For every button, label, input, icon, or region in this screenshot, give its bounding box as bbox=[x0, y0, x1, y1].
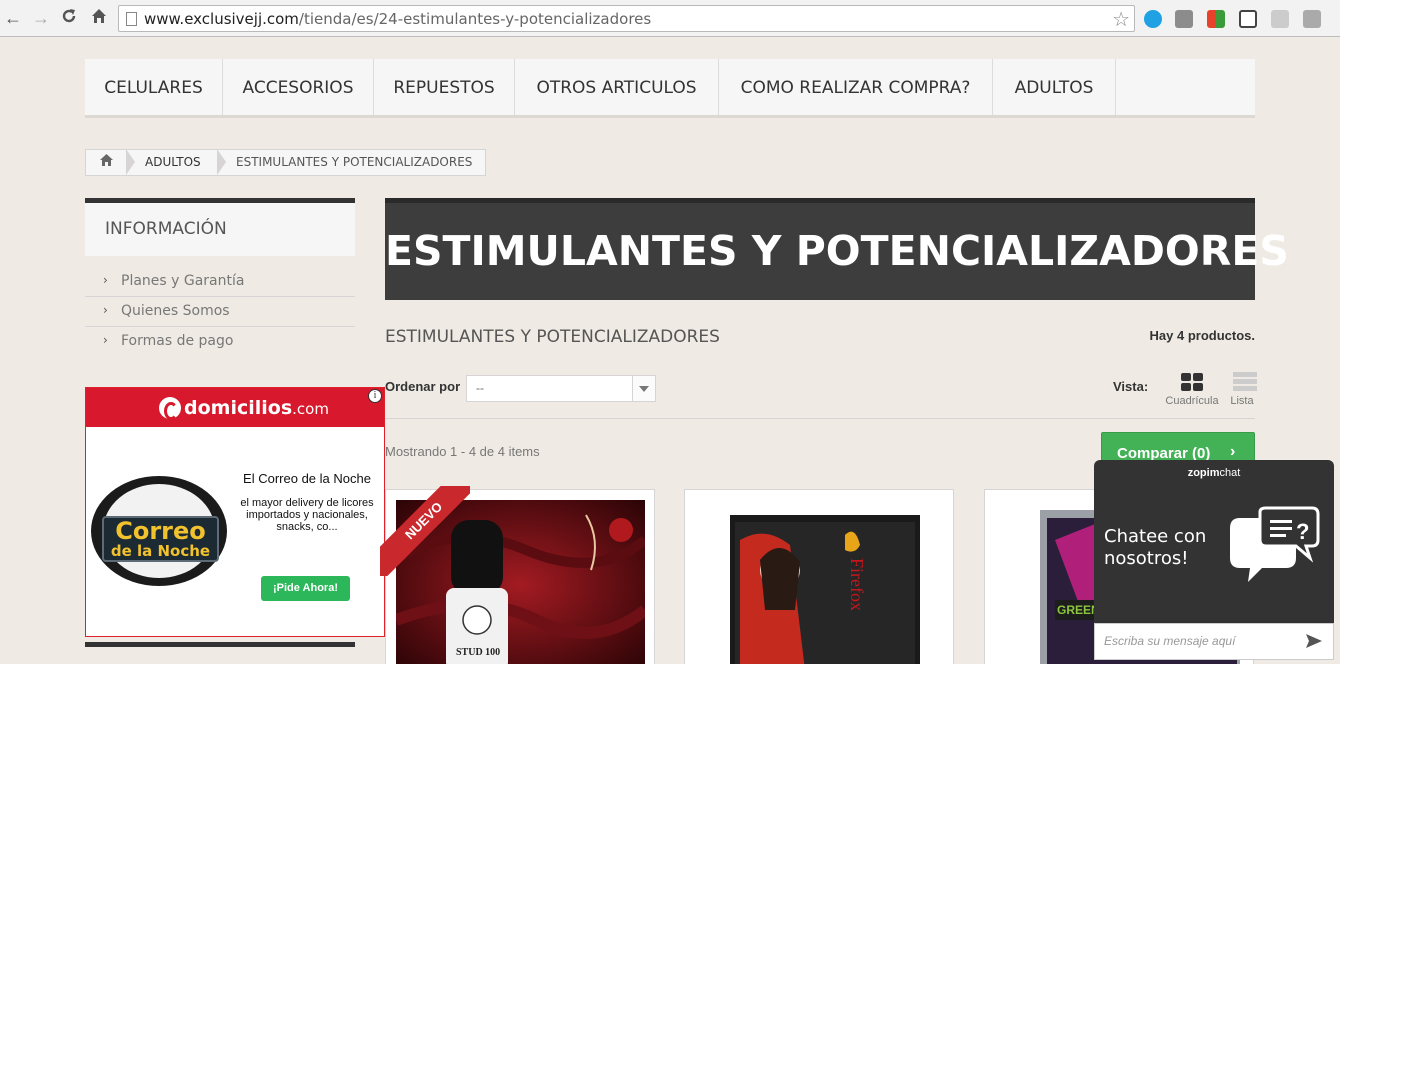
product-card[interactable]: Firefox bbox=[684, 489, 954, 664]
domicilios-logo-icon bbox=[159, 397, 181, 420]
bookmark-star-icon[interactable]: ☆ bbox=[1112, 7, 1130, 32]
category-name: ESTIMULANTES Y POTENCIALIZADORES bbox=[385, 327, 720, 347]
svg-text:?: ? bbox=[1296, 519, 1309, 544]
chat-brand: zopimchat bbox=[1187, 467, 1241, 479]
home-icon bbox=[92, 9, 106, 23]
info-link-formas-de-pago[interactable]: › Formas de pago bbox=[85, 327, 355, 357]
extension-icon[interactable] bbox=[1175, 10, 1193, 28]
advertisement[interactable]: domicilios.com i Correo de la Noche El C… bbox=[85, 387, 385, 637]
breadcrumb: ADULTOS ESTIMULANTES Y POTENCIALIZADORES bbox=[85, 149, 486, 176]
browser-viewport: ← → www.exclusivejj.com/tienda/es/24-est… bbox=[0, 0, 1340, 664]
extension-icon[interactable] bbox=[1239, 10, 1257, 28]
ad-title: El Correo de la Noche bbox=[243, 471, 371, 486]
view-label: Vista: bbox=[1113, 379, 1149, 394]
category-banner-title: ESTIMULANTES Y POTENCIALIZADORES bbox=[385, 227, 1289, 275]
chevron-right-icon: › bbox=[1230, 443, 1236, 460]
menu-item-otros-articulos[interactable]: OTROS ARTICULOS bbox=[515, 59, 719, 115]
divider bbox=[385, 418, 1255, 419]
info-block-header: INFORMACIÓN bbox=[85, 198, 355, 256]
breadcrumb-current: ESTIMULANTES Y POTENCIALIZADORES bbox=[236, 155, 473, 169]
ad-brand: domicilios.com bbox=[184, 397, 329, 419]
ad-header: domicilios.com bbox=[86, 388, 384, 427]
chat-message-input[interactable]: Escriba su mensaje aquí bbox=[1094, 623, 1334, 660]
chevron-right-icon: › bbox=[103, 273, 108, 287]
chevron-down-icon bbox=[632, 376, 655, 401]
view-list-button[interactable]: Lista bbox=[1214, 371, 1270, 411]
info-link-label: Planes y Garantía bbox=[121, 273, 245, 289]
chat-input-placeholder: Escriba su mensaje aquí bbox=[1104, 634, 1236, 648]
ad-description: el mayor delivery de licores importados … bbox=[240, 497, 374, 533]
breadcrumb-separator bbox=[217, 149, 226, 175]
showing-items-text: Mostrando 1 - 4 de 4 items bbox=[385, 444, 540, 459]
product-count: Hay 4 productos. bbox=[1149, 328, 1255, 343]
extension-icon[interactable] bbox=[1207, 10, 1225, 28]
ad-cta-button[interactable]: ¡Pide Ahora! bbox=[261, 576, 350, 601]
reload-icon bbox=[62, 9, 76, 23]
forward-button[interactable]: → bbox=[30, 7, 52, 29]
product-image[interactable]: Firefox bbox=[695, 500, 944, 664]
url-text: www.exclusivejj.com/tienda/es/24-estimul… bbox=[144, 10, 652, 28]
sidebar-block-top-border bbox=[85, 642, 355, 647]
breadcrumb-home[interactable] bbox=[86, 150, 126, 175]
main-menu: CELULARES ACCESORIOS REPUESTOS OTROS ART… bbox=[85, 59, 1255, 118]
reload-button[interactable] bbox=[58, 7, 80, 29]
sort-select[interactable]: -- bbox=[466, 375, 656, 402]
view-grid-label: Cuadrícula bbox=[1165, 395, 1219, 407]
send-icon[interactable] bbox=[1305, 632, 1323, 650]
breadcrumb-item-adultos[interactable]: ADULTOS bbox=[145, 155, 201, 169]
chat-greeting: Chatee con nosotros! bbox=[1104, 526, 1207, 569]
skype-extension-icon[interactable] bbox=[1144, 10, 1162, 28]
info-link-quienes-somos[interactable]: › Quienes Somos bbox=[85, 297, 355, 327]
chat-widget[interactable]: zopimchat Chatee con nosotros! ? Escriba… bbox=[1094, 460, 1334, 660]
sort-select-value: -- bbox=[476, 381, 484, 395]
new-badge: NUEVO bbox=[380, 486, 470, 576]
address-bar[interactable]: www.exclusivejj.com/tienda/es/24-estimul… bbox=[118, 5, 1135, 32]
sort-label: Ordenar por bbox=[385, 379, 461, 394]
category-banner: ESTIMULANTES Y POTENCIALIZADORES bbox=[385, 198, 1289, 300]
back-button[interactable]: ← bbox=[2, 7, 24, 29]
chevron-right-icon: › bbox=[103, 333, 108, 347]
menu-item-repuestos[interactable]: REPUESTOS bbox=[374, 59, 515, 115]
menu-item-celulares[interactable]: CELULARES bbox=[85, 59, 223, 115]
page-icon bbox=[126, 12, 137, 26]
menu-item-adultos[interactable]: ADULTOS bbox=[993, 59, 1116, 115]
menu-item-accesorios[interactable]: ACCESORIOS bbox=[223, 59, 374, 115]
product-image-firefox bbox=[695, 500, 944, 664]
info-title: INFORMACIÓN bbox=[105, 219, 227, 239]
home-button[interactable] bbox=[88, 7, 110, 29]
breadcrumb-separator bbox=[126, 149, 135, 175]
info-link-label: Formas de pago bbox=[121, 333, 234, 349]
info-link-planes[interactable]: › Planes y Garantía bbox=[85, 267, 355, 297]
extension-icon[interactable] bbox=[1303, 10, 1321, 28]
browser-toolbar: ← → www.exclusivejj.com/tienda/es/24-est… bbox=[0, 0, 1340, 37]
chevron-right-icon: › bbox=[103, 303, 108, 317]
product-image-label: Firefox bbox=[847, 558, 867, 611]
extension-icon[interactable] bbox=[1271, 10, 1289, 28]
view-grid-button[interactable]: Cuadrícula bbox=[1164, 371, 1220, 411]
ad-info-icon[interactable]: i bbox=[368, 389, 382, 403]
view-list-label: Lista bbox=[1230, 395, 1254, 407]
home-icon bbox=[99, 154, 113, 166]
correo-de-la-noche-logo: Correo de la Noche bbox=[102, 516, 219, 562]
info-link-label: Quienes Somos bbox=[121, 303, 230, 319]
menu-item-como-realizar-compra[interactable]: COMO REALIZAR COMPRA? bbox=[719, 59, 993, 115]
chat-bubble-icon: ? bbox=[1230, 506, 1320, 582]
product-image-label: STUD 100 bbox=[456, 647, 501, 658]
